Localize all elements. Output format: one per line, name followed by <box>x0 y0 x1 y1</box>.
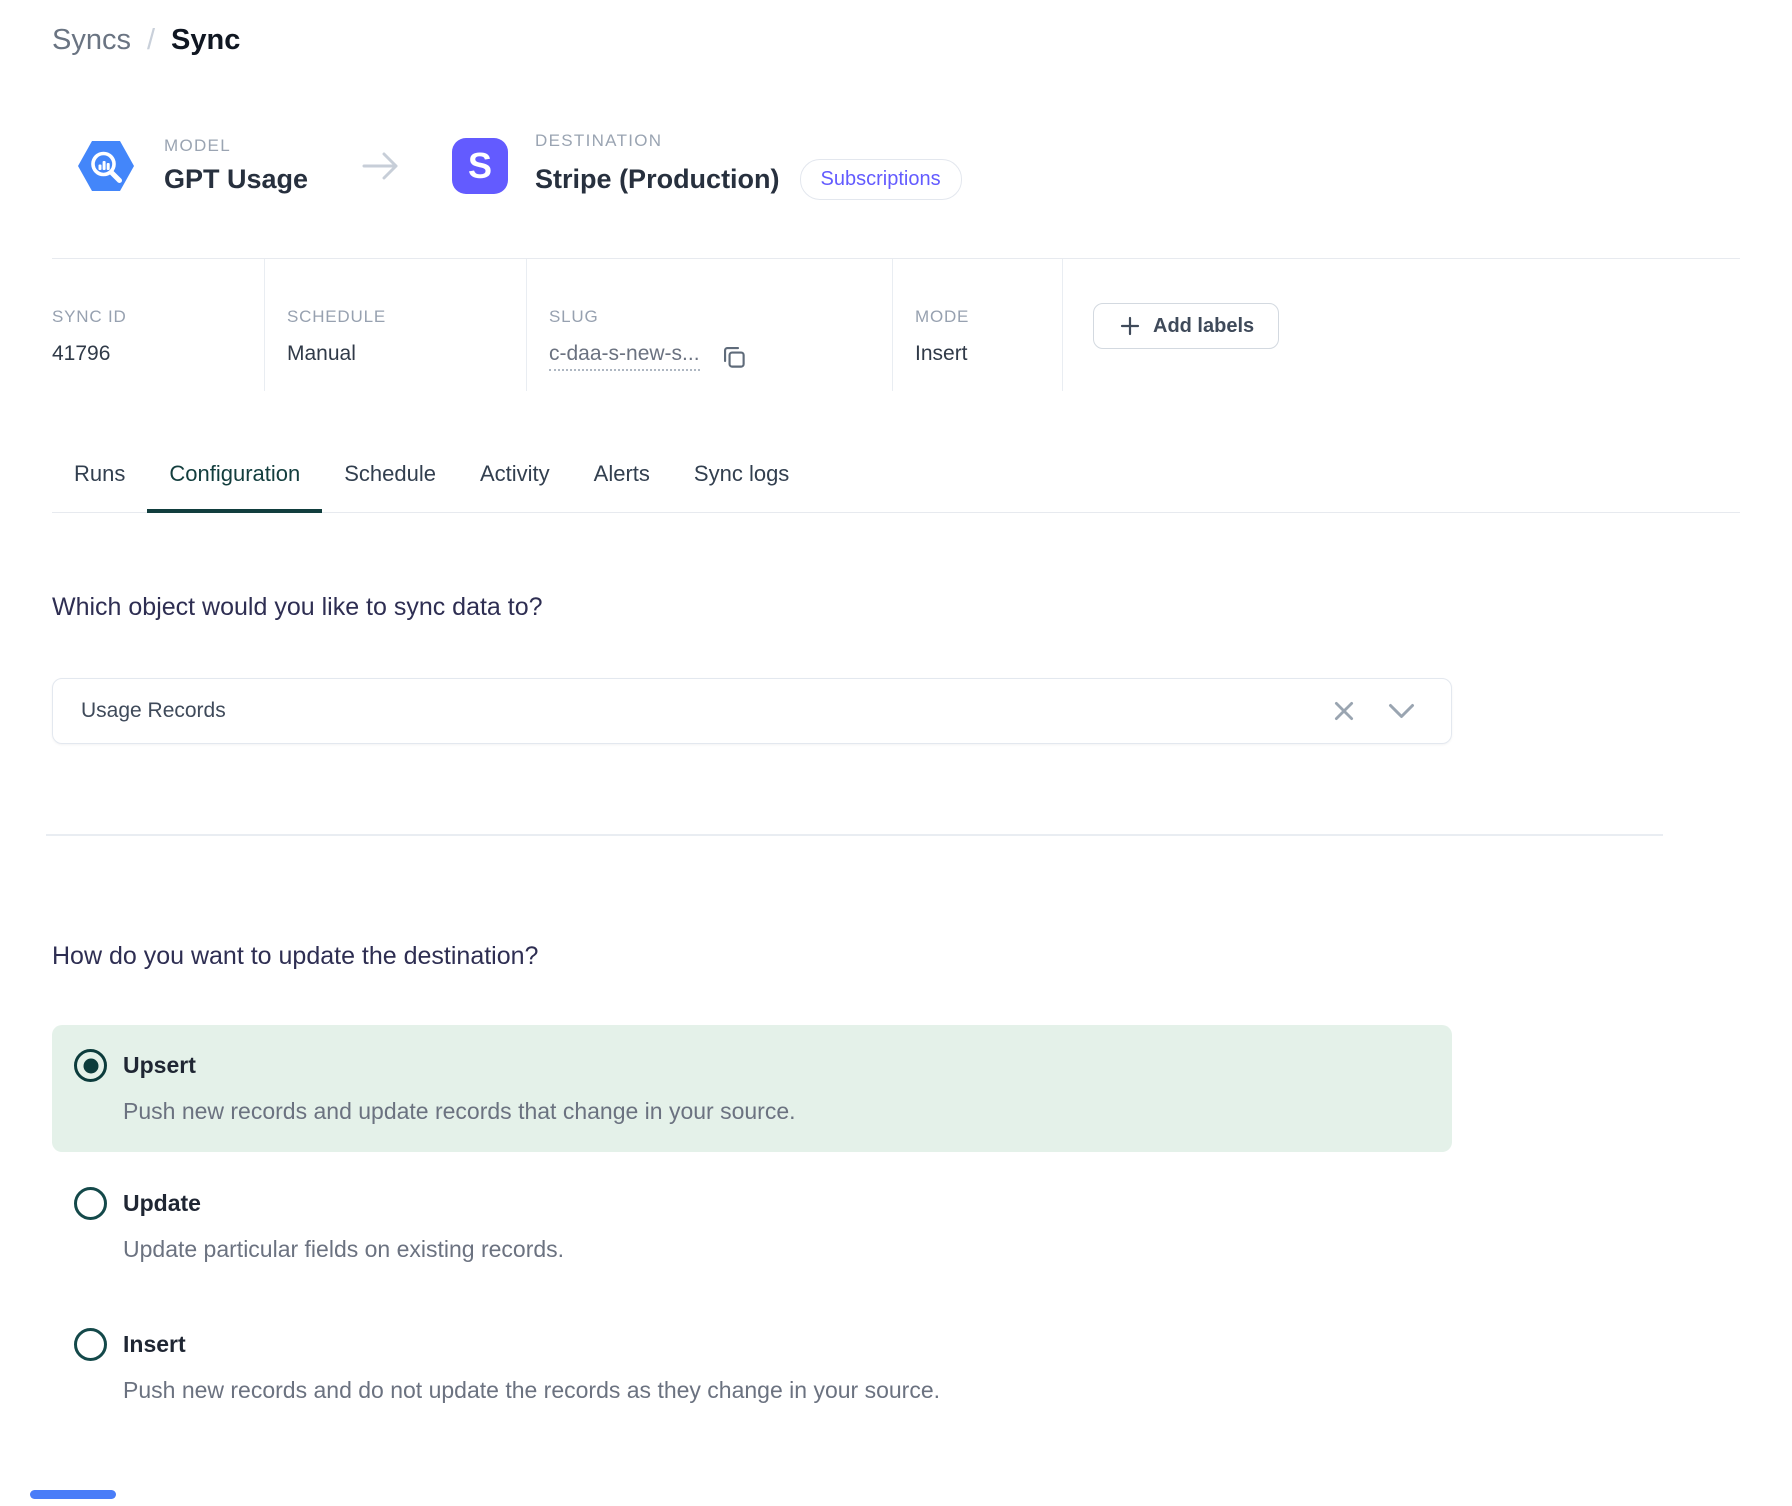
arrow-right-icon <box>362 149 400 183</box>
horizontal-scrollbar-thumb[interactable] <box>30 1490 116 1499</box>
object-select[interactable]: Usage Records <box>52 678 1452 744</box>
meta-slug: SLUG c-daa-s-new-s... <box>527 259 893 391</box>
clear-selection-icon[interactable] <box>1332 699 1356 723</box>
plus-icon <box>1118 314 1142 338</box>
tab-runs[interactable]: Runs <box>52 449 147 513</box>
object-question-heading: Which object would you like to sync data… <box>52 593 1740 622</box>
add-labels-label: Add labels <box>1153 315 1254 338</box>
update-question-heading: How do you want to update the destinatio… <box>52 942 1740 971</box>
tab-alerts[interactable]: Alerts <box>572 449 672 513</box>
option-update-description: Update particular fields on existing rec… <box>74 1236 1452 1263</box>
tab-schedule[interactable]: Schedule <box>322 449 458 513</box>
sync-tabs: Runs Configuration Schedule Activity Ale… <box>52 449 1740 513</box>
breadcrumb: Syncs / Sync <box>52 24 1740 57</box>
model-endpoint[interactable]: MODEL GPT Usage <box>75 135 308 197</box>
tab-configuration[interactable]: Configuration <box>147 449 322 513</box>
breadcrumb-separator: / <box>147 24 155 57</box>
option-upsert-description: Push new records and update records that… <box>74 1098 1452 1125</box>
option-update-label[interactable]: Update <box>123 1190 201 1217</box>
option-insert-description: Push new records and do not update the r… <box>74 1377 1452 1404</box>
copy-icon[interactable] <box>720 343 747 370</box>
mode-label: MODE <box>915 307 1062 327</box>
schedule-label: SCHEDULE <box>287 307 526 327</box>
option-update[interactable]: Update Update particular fields on exist… <box>52 1187 1452 1263</box>
tab-sync-logs[interactable]: Sync logs <box>672 449 811 513</box>
add-labels-button[interactable]: Add labels <box>1093 303 1279 349</box>
meta-mode: MODE Insert <box>893 259 1063 391</box>
radio-update-unselected[interactable] <box>74 1187 107 1220</box>
sync-header: MODEL GPT Usage S DESTINATION Stripe (Pr… <box>75 131 1740 200</box>
radio-upsert-selected[interactable] <box>74 1049 107 1082</box>
update-mode-options: Upsert Push new records and update recor… <box>52 1025 1452 1404</box>
destination-label: DESTINATION <box>535 131 962 151</box>
mode-value: Insert <box>915 342 1062 366</box>
model-name[interactable]: GPT Usage <box>164 164 308 195</box>
meta-schedule: SCHEDULE Manual <box>265 259 527 391</box>
object-select-value: Usage Records <box>81 699 1332 723</box>
bigquery-icon <box>75 135 137 197</box>
slug-label: SLUG <box>549 307 892 327</box>
schedule-value: Manual <box>287 342 526 366</box>
slug-value[interactable]: c-daa-s-new-s... <box>549 342 700 371</box>
sync-id-label: SYNC ID <box>52 307 264 327</box>
option-upsert-label[interactable]: Upsert <box>123 1052 196 1079</box>
radio-insert-unselected[interactable] <box>74 1328 107 1361</box>
chevron-down-icon[interactable] <box>1388 703 1415 720</box>
breadcrumb-current: Sync <box>171 24 240 57</box>
destination-name[interactable]: Stripe (Production) <box>535 164 780 195</box>
sync-metadata-row: SYNC ID 41796 SCHEDULE Manual SLUG c-daa… <box>52 259 1740 391</box>
breadcrumb-syncs-link[interactable]: Syncs <box>52 24 131 57</box>
destination-endpoint[interactable]: S DESTINATION Stripe (Production) Subscr… <box>452 131 962 200</box>
sync-detail-page: Syncs / Sync MODEL GPT Usage <box>0 0 1792 1404</box>
option-insert[interactable]: Insert Push new records and do not updat… <box>52 1328 1452 1404</box>
stripe-icon-letter: S <box>468 145 492 187</box>
option-upsert[interactable]: Upsert Push new records and update recor… <box>52 1025 1452 1152</box>
option-insert-label[interactable]: Insert <box>123 1331 186 1358</box>
sync-id-value: 41796 <box>52 342 264 366</box>
section-divider <box>46 834 1663 836</box>
model-label: MODEL <box>164 136 308 156</box>
destination-object-badge[interactable]: Subscriptions <box>800 159 962 200</box>
tab-activity[interactable]: Activity <box>458 449 572 513</box>
stripe-icon: S <box>452 138 508 194</box>
meta-sync-id: SYNC ID 41796 <box>52 259 265 391</box>
